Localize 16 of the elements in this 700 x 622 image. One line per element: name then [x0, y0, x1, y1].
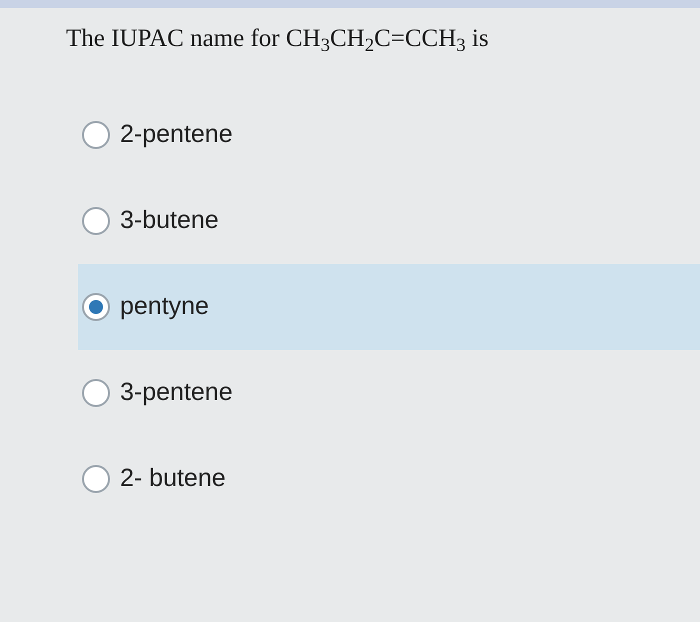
- option-label: 2-pentene: [120, 118, 233, 150]
- answer-option[interactable]: 2- butene: [78, 436, 700, 522]
- option-label: 2- butene: [120, 462, 226, 494]
- radio-button[interactable]: [82, 120, 110, 148]
- radio-button[interactable]: [82, 378, 110, 406]
- radio-button[interactable]: [82, 292, 110, 320]
- radio-button[interactable]: [82, 206, 110, 234]
- answer-option[interactable]: pentyne: [78, 264, 700, 350]
- option-label: pentyne: [120, 290, 209, 322]
- answer-option[interactable]: 3-butene: [78, 178, 700, 264]
- radio-button[interactable]: [82, 464, 110, 492]
- answer-option[interactable]: 3-pentene: [78, 350, 700, 436]
- option-label: 3-butene: [120, 204, 219, 236]
- answer-option[interactable]: 2-pentene: [78, 92, 700, 178]
- option-label: 3-pentene: [120, 376, 233, 408]
- question-text: The IUPAC name for CH$_{3}$CH$_{2}$C=CCH$_{3}$ is: [66, 25, 489, 52]
